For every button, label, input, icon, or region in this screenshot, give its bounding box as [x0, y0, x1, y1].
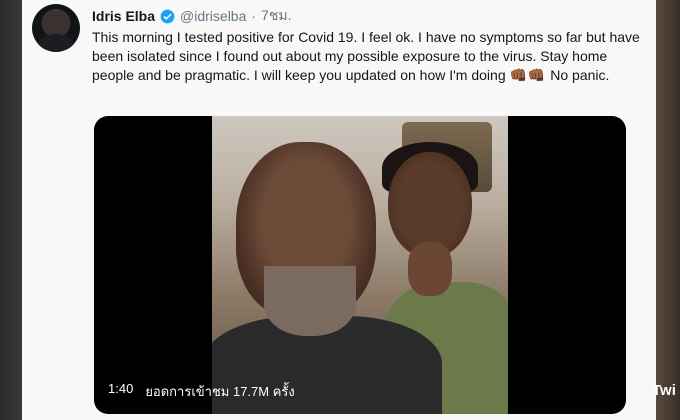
timestamp[interactable]: 7ชม. — [261, 5, 291, 27]
broadcast-watermark: Twi — [652, 382, 676, 399]
tweet-header: Idris Elba @idriselba · 7ชม. — [92, 6, 291, 26]
tweet-text: This morning I tested positive for Covid… — [92, 28, 652, 85]
display-name[interactable]: Idris Elba — [92, 8, 155, 24]
video-info-overlay: 1:40 ยอดการเข้าชม 17.7M ครั้ง — [108, 381, 295, 402]
tweet-card: Idris Elba @idriselba · 7ชม. This mornin… — [22, 0, 656, 420]
fist-bump-emoji: 👊🏾👊🏾 — [509, 67, 547, 83]
handle[interactable]: @idriselba — [180, 8, 246, 24]
avatar-figure — [38, 34, 74, 52]
tweet-text-end: No panic. — [550, 67, 610, 83]
separator-dot: · — [251, 8, 257, 24]
man-beard — [264, 266, 356, 336]
tv-frame-left — [0, 0, 22, 420]
video-player[interactable]: 1:40 ยอดการเข้าชม 17.7M ครั้ง — [94, 116, 626, 414]
avatar[interactable] — [32, 4, 80, 52]
woman-hand — [408, 242, 452, 296]
video-frame — [212, 116, 508, 414]
verified-badge-icon — [160, 9, 175, 23]
video-view-count: ยอดการเข้าชม 17.7M ครั้ง — [145, 384, 295, 399]
video-duration: 1:40 — [108, 381, 134, 396]
tv-frame-right — [656, 0, 680, 420]
